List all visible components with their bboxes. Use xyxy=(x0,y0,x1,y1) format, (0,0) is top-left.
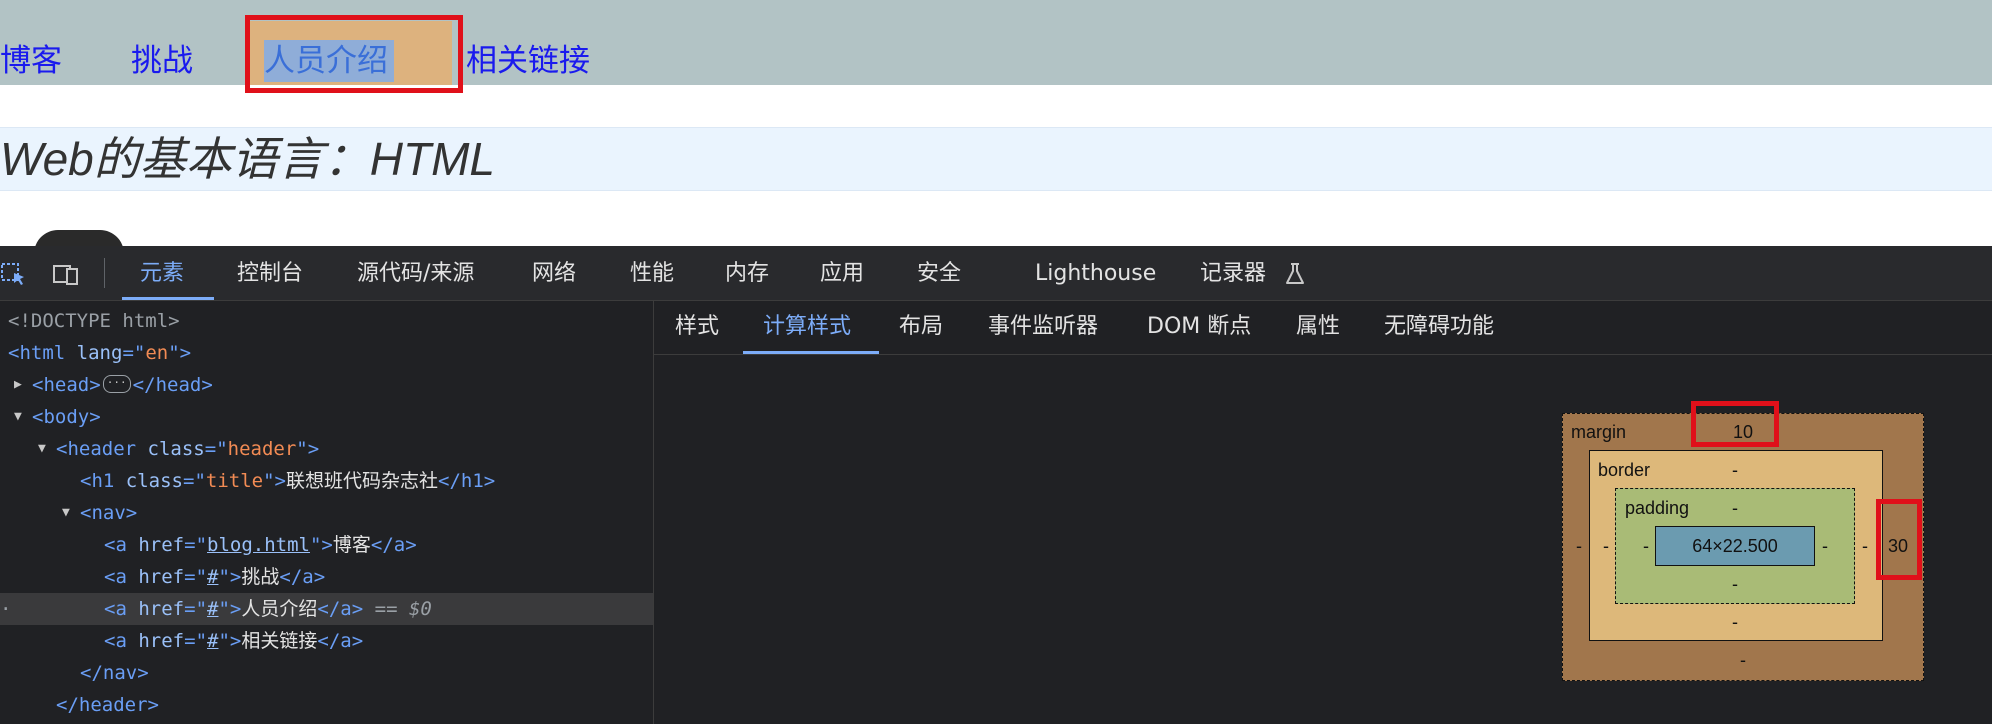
border-label: border xyxy=(1598,460,1651,480)
annotation-box-margin-top xyxy=(1691,401,1779,447)
page-heading-banner: Web的基本语言：HTML xyxy=(0,127,1992,191)
flask-icon xyxy=(1286,263,1304,284)
dom-node-link-selected[interactable]: · <a href="#">人员介绍</a> == $0 xyxy=(0,593,653,625)
border-left-value[interactable]: - xyxy=(1594,535,1618,557)
side-pane-tabs: 样式 计算样式 布局 事件监听器 DOM 断点 属性 无障碍功能 xyxy=(654,301,1992,355)
dom-node-link[interactable]: <a href="#">相关链接</a> xyxy=(0,625,653,657)
dom-node-body[interactable]: ▼ <body> xyxy=(0,401,653,433)
annotation-box-nav-item xyxy=(245,15,463,93)
tab-recorder[interactable]: 记录器 xyxy=(1200,259,1266,289)
dom-node-header-close[interactable]: </header> xyxy=(0,689,653,721)
dom-node-header[interactable]: ▼ <header class="header"> xyxy=(0,433,653,465)
tab-application[interactable]: 应用 xyxy=(820,259,864,289)
padding-bottom-value[interactable]: - xyxy=(1723,573,1747,595)
tab-network[interactable]: 网络 xyxy=(532,259,576,289)
tab-accessibility[interactable]: 无障碍功能 xyxy=(1384,311,1494,343)
margin-bottom-value[interactable]: - xyxy=(1731,649,1755,671)
dom-node-h1[interactable]: <h1 class="title">联想班代码杂志社</h1> xyxy=(0,465,653,497)
padding-right-value[interactable]: - xyxy=(1813,535,1837,557)
dom-node-html[interactable]: <html lang="en"> xyxy=(0,337,653,369)
border-top-value[interactable]: - xyxy=(1723,459,1747,481)
elements-tree: <!DOCTYPE html> <html lang="en"> ▶ <head>… xyxy=(0,301,654,724)
dom-node-nav-close[interactable]: </nav> xyxy=(0,657,653,689)
tab-memory[interactable]: 内存 xyxy=(725,259,769,289)
tab-dom-breakpoints[interactable]: DOM 断点 xyxy=(1147,311,1251,343)
dom-node-nav[interactable]: ▼ <nav> xyxy=(0,497,653,529)
dom-node-link[interactable]: <a href="blog.html">博客</a> xyxy=(0,529,653,561)
active-tab-indicator xyxy=(122,297,214,300)
tab-properties[interactable]: 属性 xyxy=(1296,311,1340,343)
ellipsis-icon[interactable]: ··· xyxy=(102,374,131,393)
dom-node-link[interactable]: <a href="#">挑战</a> xyxy=(0,561,653,593)
padding-label: padding xyxy=(1625,498,1690,518)
tab-lighthouse[interactable]: Lighthouse xyxy=(1035,259,1156,289)
padding-top-value[interactable]: - xyxy=(1723,497,1747,519)
margin-label: margin xyxy=(1571,422,1627,442)
content-size: 64×22.500 xyxy=(1692,536,1778,556)
devtools-toolbar: 元素 控制台 源代码/来源 网络 性能 内存 应用 安全 Lighthouse … xyxy=(0,246,1992,301)
tab-security[interactable]: 安全 xyxy=(917,259,961,289)
nav-link-related[interactable]: 相关链接 xyxy=(466,40,590,82)
border-bottom-value[interactable]: - xyxy=(1723,611,1747,633)
nav-link-challenge[interactable]: 挑战 xyxy=(131,40,193,82)
tab-layout[interactable]: 布局 xyxy=(899,311,943,343)
annotation-box-margin-right xyxy=(1876,499,1922,580)
margin-left-value[interactable]: - xyxy=(1567,535,1591,557)
tab-elements[interactable]: 元素 xyxy=(140,259,184,289)
nav-link-blog[interactable]: 博客 xyxy=(0,40,62,82)
tab-styles[interactable]: 样式 xyxy=(675,311,719,343)
tab-performance[interactable]: 性能 xyxy=(630,259,674,289)
inspect-element-icon[interactable] xyxy=(0,260,28,288)
device-toolbar-icon[interactable] xyxy=(52,260,80,288)
tab-sources[interactable]: 源代码/来源 xyxy=(357,259,474,289)
dom-node-doctype[interactable]: <!DOCTYPE html> xyxy=(0,305,653,337)
active-side-tab-indicator xyxy=(743,351,879,354)
padding-left-value[interactable]: - xyxy=(1634,535,1658,557)
dom-node-head[interactable]: ▶ <head> ··· </head> xyxy=(0,369,653,401)
tab-computed[interactable]: 计算样式 xyxy=(763,311,851,343)
toolbar-divider xyxy=(104,258,105,288)
border-right-value[interactable]: - xyxy=(1853,535,1877,557)
avatar-image xyxy=(0,230,196,246)
site-nav-bar: 博客 挑战 人员介绍 相关链接 xyxy=(0,0,1992,93)
tab-console[interactable]: 控制台 xyxy=(237,259,303,289)
tab-event-listeners[interactable]: 事件监听器 xyxy=(988,311,1098,343)
page-heading: Web的基本语言：HTML xyxy=(0,133,495,185)
